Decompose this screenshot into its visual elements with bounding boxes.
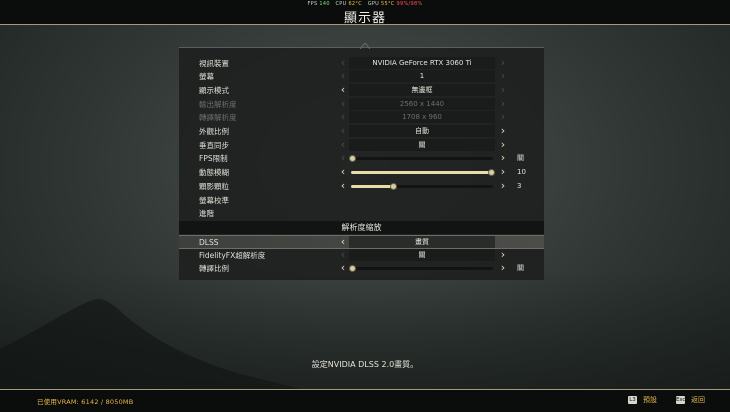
motion-blur-slider[interactable] (349, 166, 495, 179)
slider-knob[interactable] (349, 155, 356, 162)
esc-key-icon: Esc (676, 396, 686, 404)
setting-label: FidelityFX超解析度 (199, 251, 266, 260)
setting-label: 進階 (199, 209, 214, 218)
render-scale-slider[interactable] (349, 262, 495, 275)
setting-aspect-ratio[interactable]: 外觀比例 ‹ 自動 › (179, 125, 544, 138)
setting-label: 轉譯解析度 (199, 113, 237, 122)
default-label: 預設 (643, 396, 657, 404)
setting-label: 轉譯比例 (199, 264, 229, 273)
setting-value: 畫質 (349, 236, 495, 248)
chevron-right-icon[interactable]: › (498, 180, 508, 193)
chevron-right-icon: › (500, 110, 506, 123)
setting-render-scale[interactable]: 轉譯比例 ‹ › 關 (179, 262, 544, 275)
slider-knob[interactable] (390, 183, 398, 190)
setting-display-mode[interactable]: 顯示模式 ‹ 無邊框 › (179, 84, 544, 97)
title-divider (0, 24, 730, 25)
chevron-left-icon[interactable]: ‹ (338, 125, 348, 138)
chevron-right-icon[interactable]: › (498, 152, 508, 165)
slider-track (351, 157, 493, 160)
chevron-right-icon[interactable]: › (498, 84, 508, 97)
l3-key-icon: L3 (628, 396, 637, 404)
setting-label: 顯示模式 (199, 86, 229, 95)
back-label: 返回 (691, 396, 705, 404)
chevron-right-icon[interactable]: › (498, 262, 508, 275)
setting-value: 關 (349, 139, 495, 151)
setting-motion-blur[interactable]: 動態模糊 ‹ › 10 (179, 166, 544, 179)
setting-value: 關 (349, 249, 495, 261)
setting-dlss[interactable]: DLSS ‹ 畫質 › (179, 235, 544, 249)
setting-label: 螢幕校準 (199, 196, 229, 205)
setting-screen-calibration[interactable]: 螢幕校準 (179, 194, 544, 207)
slider-value: 關 (517, 154, 524, 162)
setting-label: 顆影顆粒 (199, 182, 229, 191)
chevron-right-icon[interactable]: › (498, 125, 508, 138)
setting-video-device[interactable]: 視訊裝置 ‹ NVIDIA GeForce RTX 3060 Ti › (179, 57, 544, 70)
setting-fps-limit[interactable]: FPS限制 ‹ › 關 (179, 152, 544, 165)
slider-knob[interactable] (488, 169, 495, 176)
background-mountain (0, 269, 730, 389)
chevron-left-icon[interactable]: ‹ (338, 180, 348, 193)
setting-label: 視訊裝置 (199, 59, 229, 68)
setting-value: 自動 (349, 125, 495, 137)
fps-limit-slider[interactable] (349, 152, 495, 165)
setting-value: 1708 x 960 (349, 111, 495, 123)
setting-fidelityfx[interactable]: FidelityFX超解析度 ‹ 關 › (179, 249, 544, 262)
setting-value: 無邊框 (349, 84, 495, 96)
setting-output-resolution: 輸出解析度 ‹ 2560 x 1440 › (179, 98, 544, 111)
chevron-left-icon[interactable]: ‹ (338, 166, 348, 179)
chevron-right-icon[interactable]: › (498, 166, 508, 179)
bottom-bar: 已使用VRAM: 6142 / 8050MB L3 預設 Esc 返回 (0, 389, 730, 412)
setting-description: 設定NVIDIA DLSS 2.0畫質。 (311, 360, 419, 369)
setting-monitor[interactable]: 螢幕 ‹ 1 › (179, 70, 544, 83)
setting-label: 螢幕 (199, 72, 214, 81)
setting-vsync[interactable]: 垂直同步 ‹ 關 › (179, 139, 544, 152)
slider-knob[interactable] (349, 265, 356, 272)
slider-track (351, 267, 493, 270)
slider-value: 3 (517, 182, 522, 190)
default-button[interactable]: L3 預設 (628, 395, 657, 405)
setting-advanced[interactable]: 進階 (179, 207, 544, 220)
chevron-left-icon[interactable]: ‹ (338, 70, 348, 83)
chevron-left-icon[interactable]: ‹ (338, 262, 348, 275)
setting-label: 外觀比例 (199, 127, 229, 136)
setting-label: DLSS (199, 238, 219, 247)
chevron-left-icon[interactable]: ‹ (338, 84, 348, 97)
setting-value: 2560 x 1440 (349, 98, 495, 110)
chevron-left-icon[interactable]: ‹ (338, 152, 348, 165)
setting-film-grain[interactable]: 顆影顆粒 ‹ › 3 (179, 180, 544, 193)
chevron-left-icon: ‹ (340, 110, 346, 123)
setting-value: NVIDIA GeForce RTX 3060 Ti (349, 57, 495, 69)
chevron-right-icon[interactable]: › (498, 70, 508, 83)
back-button[interactable]: Esc 返回 (676, 395, 705, 405)
vram-usage: 已使用VRAM: 6142 / 8050MB (37, 398, 134, 406)
setting-label: FPS限制 (199, 154, 228, 163)
slider-fill (351, 171, 493, 174)
setting-label: 輸出解析度 (199, 100, 237, 109)
panel-notch-icon (360, 43, 370, 49)
setting-value: 1 (349, 70, 495, 82)
slider-fill (351, 185, 394, 188)
setting-render-resolution: 轉譯解析度 ‹ 1708 x 960 › (179, 111, 544, 124)
setting-label: 垂直同步 (199, 141, 229, 150)
slider-value: 10 (517, 168, 526, 176)
film-grain-slider[interactable] (349, 180, 495, 193)
slider-value: 關 (517, 264, 524, 272)
setting-label: 動態模糊 (199, 168, 229, 177)
section-header-resolution-scaling: 解析度縮放 (179, 221, 544, 234)
